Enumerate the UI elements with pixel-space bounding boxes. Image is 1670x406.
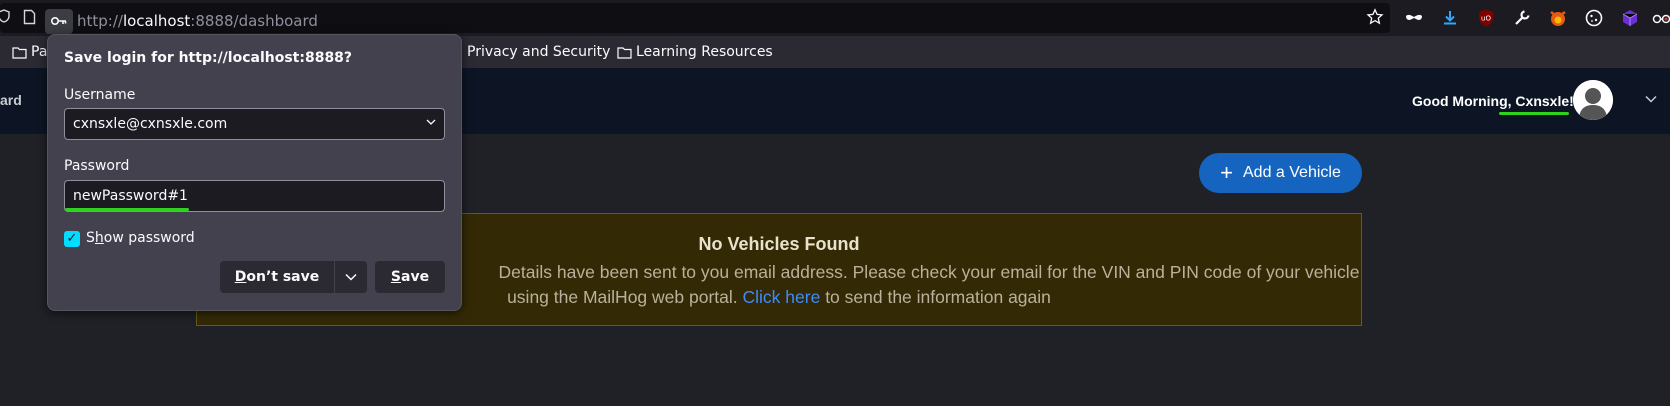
url-host: localhost [122, 12, 191, 30]
user-silhouette-icon [1573, 80, 1613, 120]
bookmark-folder-privacy[interactable]: Privacy and Security [467, 44, 610, 60]
show-password-accel: h [94, 230, 104, 246]
chevron-down-icon[interactable] [1645, 92, 1657, 106]
page-info-icon[interactable] [23, 9, 36, 30]
add-vehicle-label: Add a Vehicle [1243, 164, 1341, 181]
bookmark-label: Pa [31, 44, 48, 60]
save-login-doorhanger: Save login for http://localhost:8888? Us… [47, 34, 462, 311]
username-field[interactable]: cxnsxle@cxnsxle.com [64, 108, 445, 140]
user-greeting: Good Morning, Cxnsxle! [1412, 93, 1574, 109]
folder-icon [12, 46, 27, 59]
dont-save-rest: on’t save [246, 269, 320, 285]
key-icon [50, 12, 68, 35]
incognito-mask-icon[interactable] [1404, 8, 1424, 28]
show-password-pre: S [86, 230, 95, 246]
chevron-down-icon [345, 273, 357, 281]
resend-link[interactable]: Click here [743, 287, 821, 307]
save-button[interactable]: Save [375, 261, 445, 293]
username-label: Username [64, 87, 136, 103]
dont-save-button[interactable]: Don’t save [220, 261, 334, 293]
username-value: cxnsxle@cxnsxle.com [73, 116, 228, 132]
glasses-icon[interactable] [1652, 8, 1670, 28]
url-text[interactable]: http://localhost:8888/dashboard [77, 12, 318, 30]
ublock-icon[interactable]: uO [1476, 8, 1496, 28]
purple-cube-icon[interactable] [1620, 8, 1640, 28]
password-label: Password [64, 158, 130, 174]
url-bar[interactable]: http://localhost:8888/dashboard [0, 3, 1390, 34]
chevron-down-icon[interactable] [426, 115, 436, 129]
avatar[interactable] [1573, 80, 1613, 120]
url-path: :8888/dashboard [190, 12, 318, 30]
alert-line-2-after: to send the information again [825, 287, 1051, 307]
show-password-label[interactable]: Show password [86, 230, 195, 246]
bookmark-label: Privacy and Security [467, 44, 611, 60]
save-rest: ave [401, 269, 430, 285]
download-icon[interactable] [1440, 8, 1460, 28]
annotation-underline [1499, 112, 1569, 115]
folder-icon [617, 46, 632, 59]
alert-line-2-before: using the MailHog web portal. [507, 287, 738, 307]
password-value: newPassword#1 [73, 188, 188, 204]
annotation-underline [65, 208, 189, 211]
add-vehicle-button[interactable]: + Add a Vehicle [1199, 153, 1362, 193]
shield-icon[interactable] [0, 8, 10, 28]
nav-brand-text[interactable]: ard [0, 92, 22, 108]
save-accel: S [390, 269, 401, 285]
bookmark-star-icon[interactable] [1366, 8, 1384, 31]
doorhanger-title: Save login for http://localhost:8888? [64, 50, 353, 66]
dont-save-menu-button[interactable] [335, 261, 367, 293]
show-password-checkbox[interactable]: ✓ [64, 231, 80, 247]
url-prefix: http:// [77, 12, 123, 30]
wrench-icon[interactable] [1512, 8, 1532, 28]
bookmark-label: Learning Resources [636, 44, 773, 60]
svg-text:uO: uO [1481, 15, 1491, 23]
firefox-fox-icon[interactable] [1548, 8, 1568, 28]
show-password-post: ow password [103, 230, 195, 246]
browser-toolbar: http://localhost:8888/dashboard uO [0, 0, 1670, 36]
bookmark-folder-learning[interactable]: Learning Resources [617, 44, 773, 60]
plus-icon: + [1220, 160, 1233, 185]
saved-logins-key-button[interactable] [45, 9, 73, 34]
bookmark-folder-pa[interactable]: Pa [12, 44, 47, 60]
cookie-icon[interactable] [1584, 8, 1604, 28]
dont-save-accel: D [234, 269, 247, 285]
